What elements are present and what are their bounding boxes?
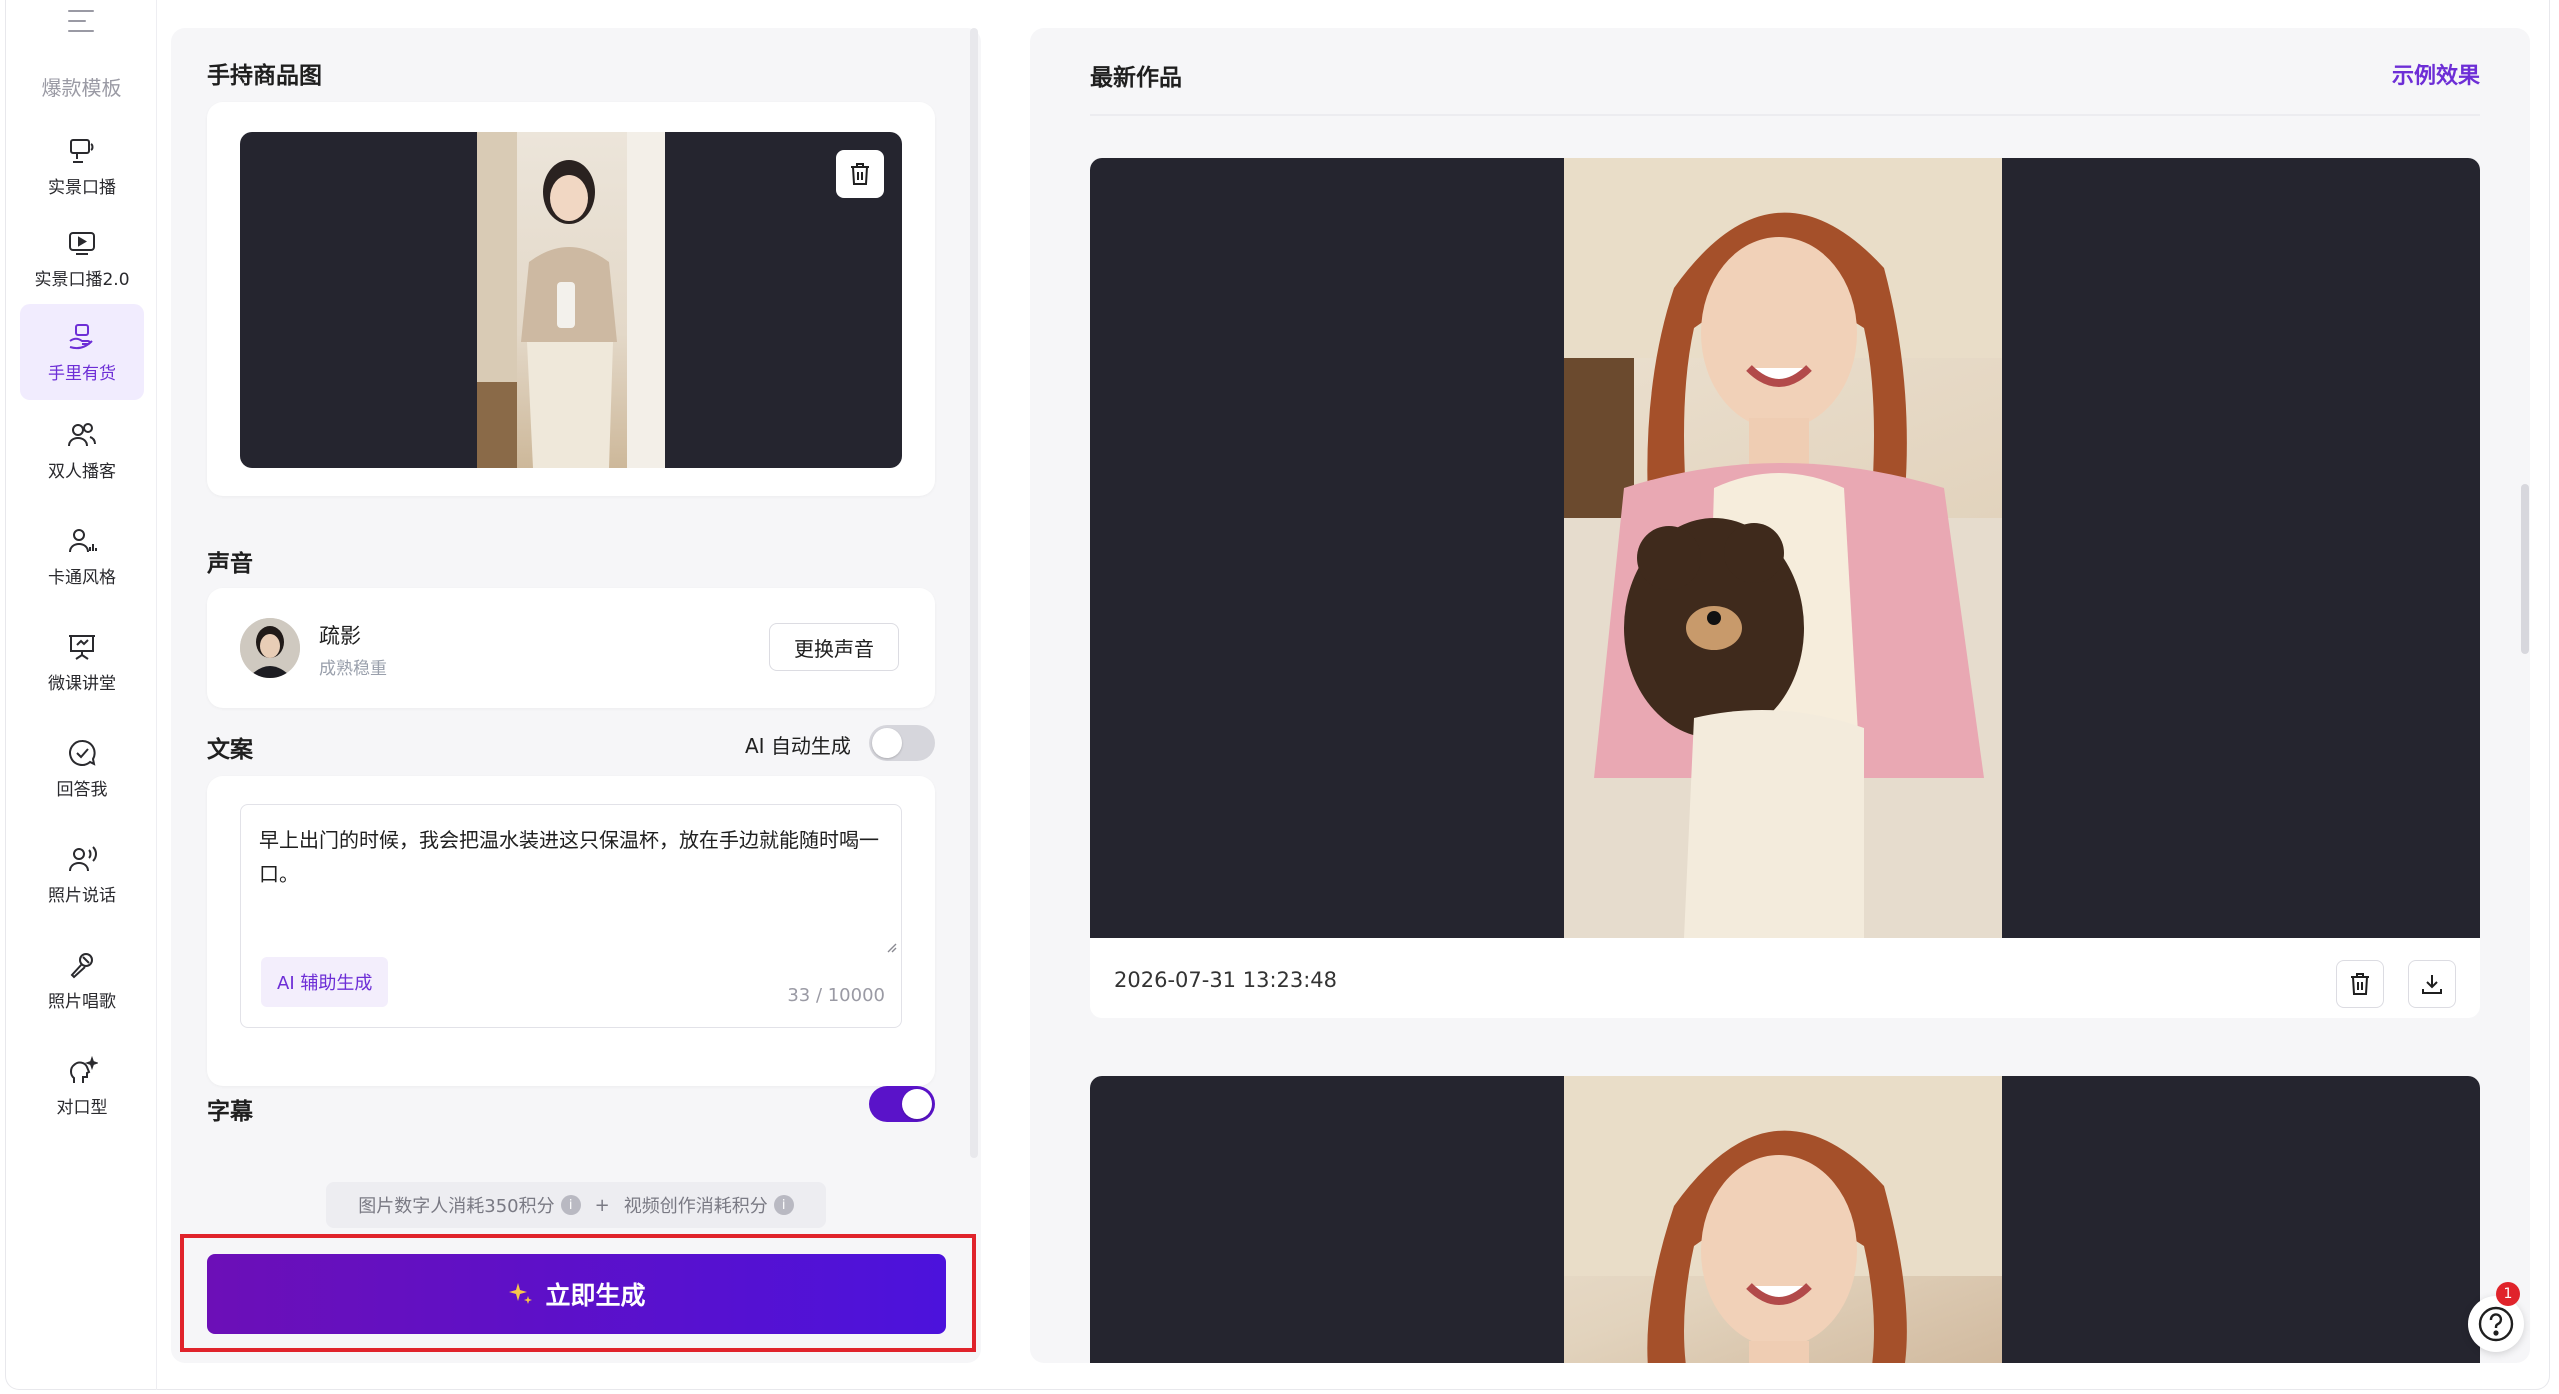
subtitle-title: 字幕 (207, 1099, 253, 1125)
product-image-card (207, 102, 935, 496)
config-panel-scrollbar[interactable] (970, 28, 978, 1158)
sidebar-item-scene-talk[interactable]: 实景口播 (20, 118, 144, 214)
help-button[interactable] (2468, 1296, 2524, 1352)
ai-assist-button[interactable]: AI 辅助生成 (261, 957, 389, 1007)
question-icon (2478, 1306, 2514, 1342)
cost-info: 图片数字人消耗350积分 i + 视频创作消耗积分 i (326, 1182, 826, 1228)
download-work-button[interactable] (2408, 960, 2456, 1008)
voice-avatar (240, 618, 300, 678)
sidebar-item-hand-product[interactable]: 手里有货 (20, 304, 144, 400)
work-video-preview[interactable] (1090, 1076, 2480, 1363)
script-card: 早上出门的时候，我会把温水装进这只保温杯，放在手边就能随时喝一口。 AI 辅助生… (207, 776, 935, 1086)
sidebar-item-lipsync[interactable]: 对口型 (20, 1038, 144, 1134)
sidebar-item-label: 照片唱歌 (48, 991, 116, 1012)
generate-now-label: 立即生成 (545, 1281, 646, 1310)
sidebar-section-label: 爆款模板 (41, 76, 122, 100)
two-people-icon (68, 422, 96, 446)
resize-grip-icon[interactable] (885, 941, 897, 953)
ai-auto-generate-toggle[interactable] (869, 725, 935, 761)
sidebar-item-label: 对口型 (56, 1097, 108, 1118)
voice-name: 疏影 (319, 624, 361, 648)
work-card[interactable] (1090, 1076, 2480, 1363)
subtitle-toggle[interactable] (869, 1086, 935, 1122)
sidebar-item-cartoon[interactable]: 卡通风格 (20, 508, 144, 604)
script-text[interactable]: 早上出门的时候，我会把温水装进这只保温杯，放在手边就能随时喝一口。 (259, 823, 879, 891)
generate-now-button[interactable]: 立即生成 (207, 1254, 946, 1334)
trash-icon (851, 163, 869, 185)
microphone-icon (70, 952, 93, 978)
product-image-preview[interactable] (240, 132, 902, 468)
menu-icon[interactable] (68, 10, 94, 32)
info-icon[interactable]: i (560, 1195, 581, 1215)
sidebar-item-label: 卡通风格 (48, 567, 116, 588)
ai-auto-generate-label: AI 自动生成 (745, 734, 851, 758)
work-photo (1564, 158, 2002, 938)
sidebar-item-label: 实景口播 (48, 177, 116, 198)
download-icon (2422, 975, 2442, 994)
script-textarea[interactable]: 早上出门的时候，我会把温水装进这只保温杯，放在手边就能随时喝一口。 AI 辅助生… (240, 804, 902, 1028)
voice-title: 声音 (207, 551, 253, 577)
trash-icon (2351, 973, 2369, 995)
sidebar-item-label: 手里有货 (48, 363, 116, 384)
work-card[interactable]: 2026-07-31 13:23:48 (1090, 158, 2480, 1018)
delete-product-image-button[interactable] (836, 150, 884, 198)
app-window: 爆款模板 实景口播 实景口播2.0 手里有货 双人播客 卡通风格 微课讲堂 回答… (5, 0, 2550, 1390)
product-image-title: 手持商品图 (207, 63, 322, 89)
script-title: 文案 (207, 737, 253, 763)
check-bubble-icon (69, 739, 96, 766)
sidebar-item-answer-me[interactable]: 回答我 (20, 720, 144, 816)
work-timestamp: 2026-07-31 13:23:48 (1114, 968, 1338, 992)
lipsync-head-icon (70, 1055, 98, 1083)
product-photo (477, 132, 665, 468)
divider (1090, 114, 2480, 116)
hand-product-icon (69, 323, 93, 349)
works-panel-scrollbar[interactable] (2521, 484, 2529, 654)
cost-plus: + (594, 1194, 610, 1216)
example-effect-link[interactable]: 示例效果 (2392, 58, 2480, 90)
sidebar-item-label: 实景口播2.0 (34, 269, 130, 290)
cost-video-text: 视频创作消耗积分 (623, 1196, 768, 1217)
person-speaking-icon (69, 845, 97, 871)
latest-works-title: 最新作品 (1090, 65, 1182, 91)
sidebar-item-scene-talk-2[interactable]: 实景口播2.0 (20, 210, 144, 306)
sidebar-item-label: 双人播客 (48, 461, 116, 482)
sidebar: 爆款模板 实景口播 实景口播2.0 手里有货 双人播客 卡通风格 微课讲堂 回答… (6, 0, 157, 1390)
sidebar-item-label: 照片说话 (48, 885, 116, 906)
sidebar-item-photo-talk[interactable]: 照片说话 (20, 826, 144, 922)
sidebar-item-micro-class[interactable]: 微课讲堂 (20, 614, 144, 710)
work-video-preview[interactable] (1090, 158, 2480, 938)
presentation-board-icon (69, 634, 95, 660)
cost-image-text: 图片数字人消耗350积分 (358, 1196, 555, 1217)
work-photo (1564, 1076, 2002, 1363)
delete-work-button[interactable] (2336, 960, 2384, 1008)
notification-badge: 1 (2496, 1282, 2520, 1306)
play-screen-icon (69, 231, 95, 255)
works-panel: 最新作品 示例效果 2026-07-31 13:23:48 (1030, 28, 2530, 1363)
talking-screen-icon (70, 138, 94, 163)
voice-description: 成熟稳重 (319, 659, 387, 679)
voice-card: 疏影 成熟稳重 更换声音 (207, 588, 935, 708)
change-voice-button[interactable]: 更换声音 (769, 623, 899, 671)
sidebar-item-photo-sing[interactable]: 照片唱歌 (20, 932, 144, 1028)
sidebar-item-label: 回答我 (56, 779, 108, 800)
info-icon[interactable]: i (773, 1195, 794, 1215)
sidebar-item-podcast[interactable]: 双人播客 (20, 402, 144, 498)
cartoon-person-icon (69, 528, 97, 552)
config-panel: 手持商品图 声音 疏影 成熟稳重 更换声音 文案 AI 自动生成 早上出门的时候… (171, 28, 981, 1363)
character-counter: 33 / 10000 (787, 985, 885, 1006)
sparkle-icon (509, 1283, 533, 1304)
sidebar-item-label: 微课讲堂 (48, 673, 116, 694)
